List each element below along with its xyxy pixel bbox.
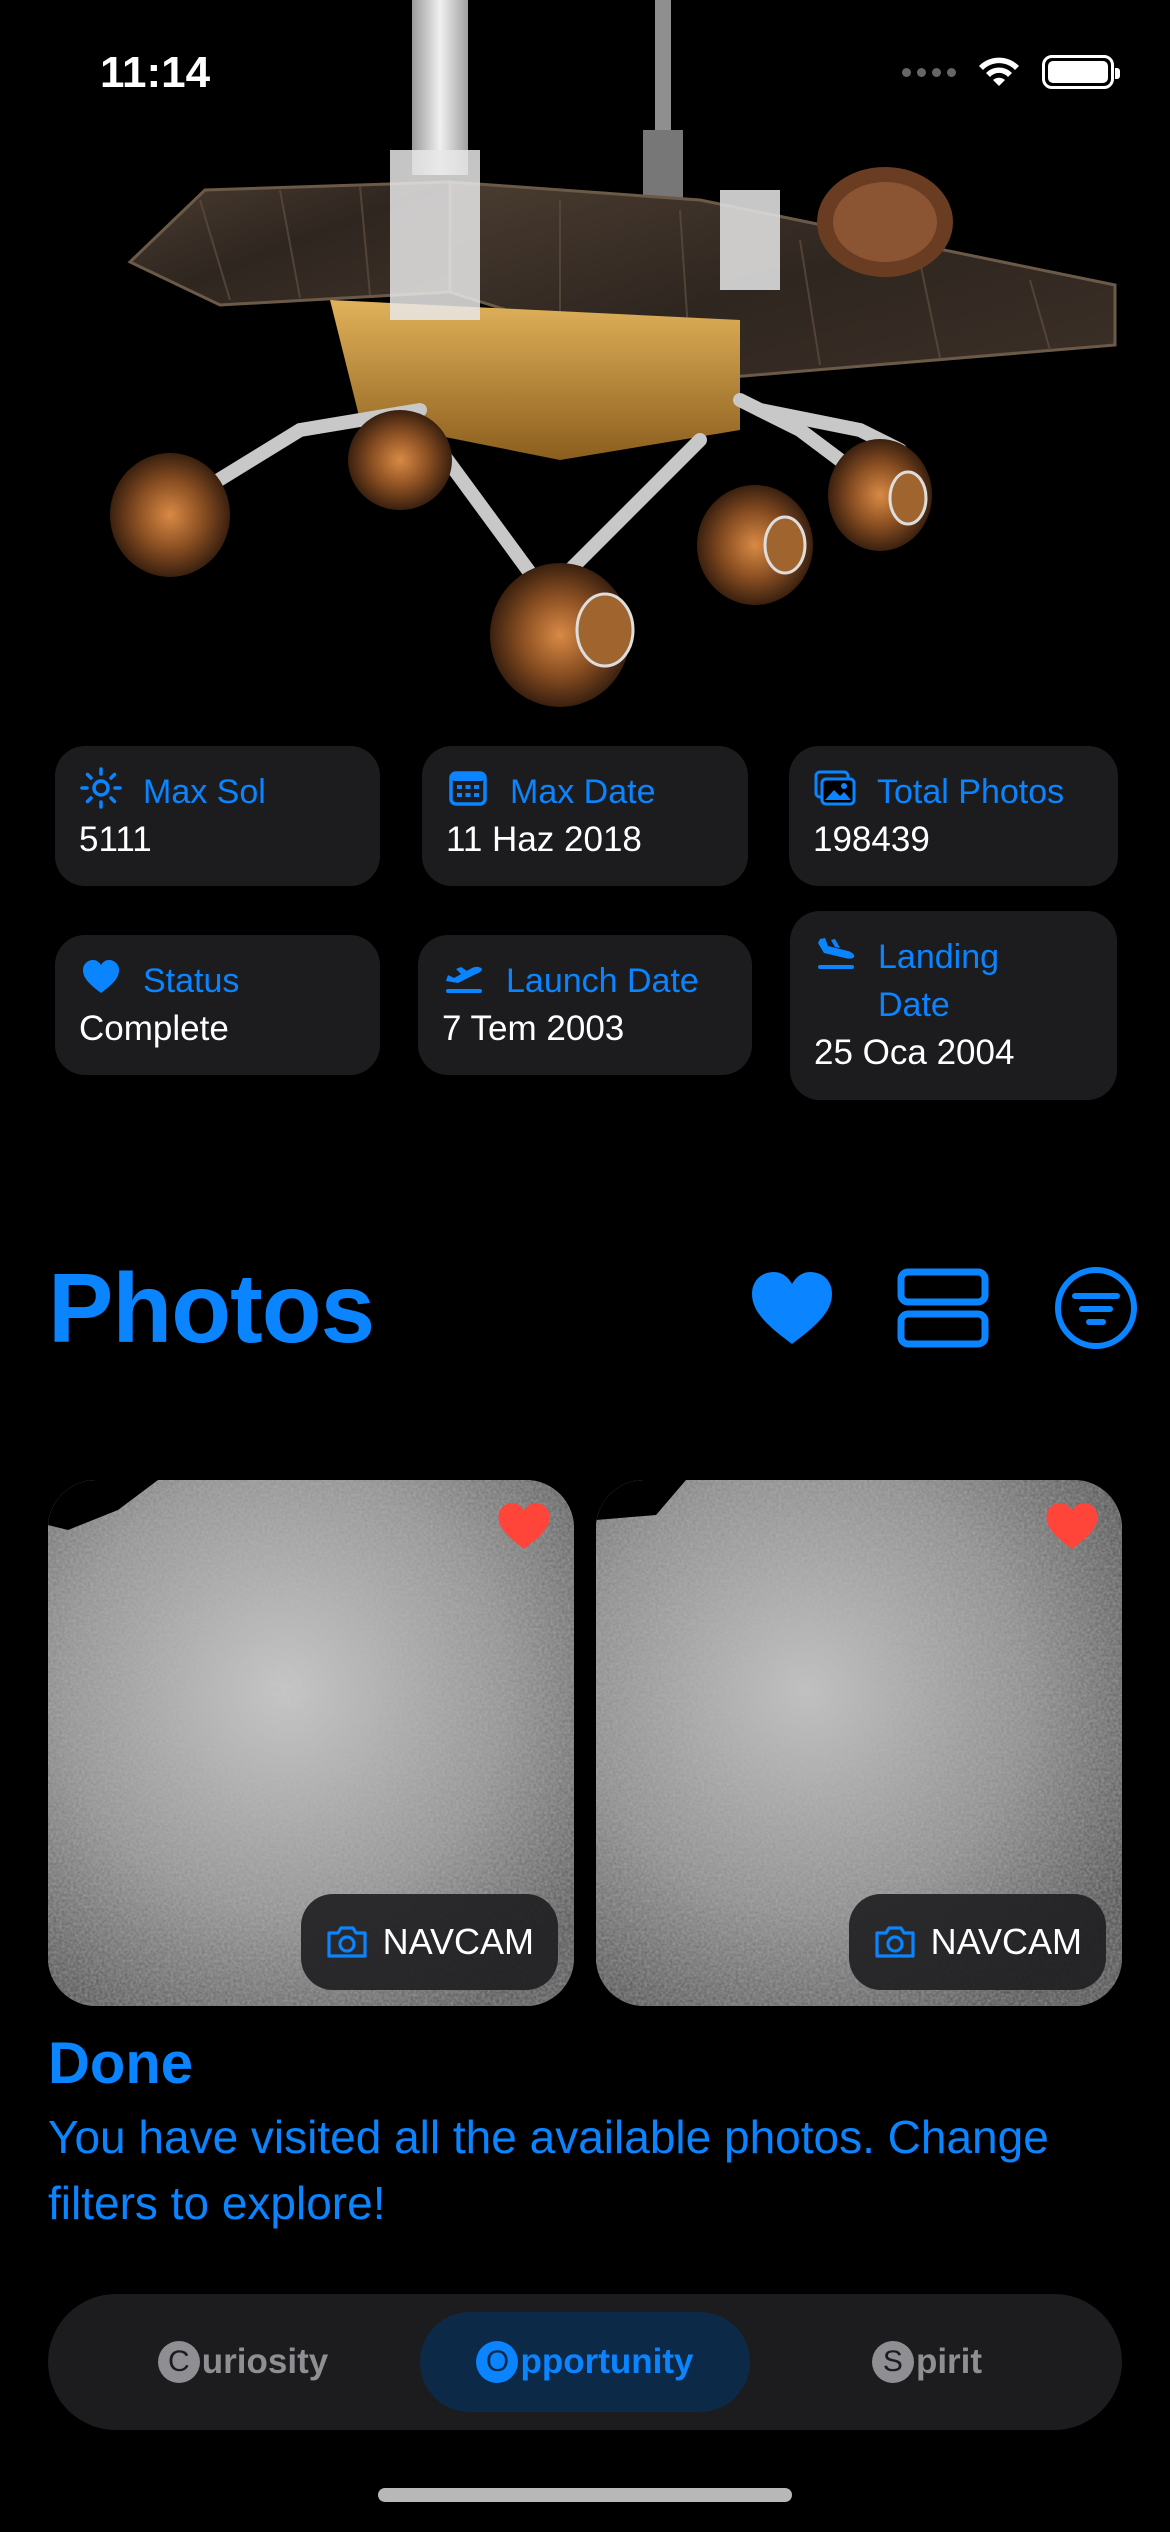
stat-card-max-sol: Max Sol 5111 [55,746,380,886]
rover-tab-label: uriosity [201,2342,329,2381]
heart-icon [752,1272,832,1344]
stat-label: Max Sol [143,773,266,811]
stat-card-landing-date: Landing Date 25 Oca 2004 [790,911,1117,1100]
stat-card-launch-date: Launch Date 7 Tem 2003 [418,935,752,1075]
done-message: You have visited all the available photo… [48,2111,1049,2229]
home-indicator [378,2488,792,2502]
stat-card-status: Status Complete [55,935,380,1075]
wifi-icon [979,57,1019,86]
stat-label: Launch Date [506,962,699,1000]
camera-badge: NAVCAM [300,1894,558,1990]
stat-label: Landing Date [878,938,1000,1024]
battery-icon [1042,55,1120,89]
stat-value: 11 Haz 2018 [446,820,642,859]
cellular-signal-icon [902,67,956,77]
filter-button[interactable] [1050,1262,1142,1354]
rover-tab-label: pportunity [520,2342,694,2381]
list-layout-icon [897,1268,989,1348]
stat-value: 5111 [79,820,152,859]
rover-initial-badge: O [476,2341,519,2383]
rover-selector: C uriosity O pportunity S pirit [48,2294,1122,2430]
rover-tab-opportunity[interactable]: O pportunity [420,2312,750,2412]
stat-value: Complete [79,1009,229,1048]
status-bar: 11:14 [0,0,1170,150]
camera-icon [327,1926,367,1958]
rover-initial-badge: S [871,2341,914,2383]
camera-badge: NAVCAM [848,1894,1106,1990]
photos-icon [814,770,856,806]
rover-tab-curiosity[interactable]: C uriosity [78,2312,408,2412]
airplane-landing-icon [818,938,855,969]
rover-tab-spirit[interactable]: S pirit [762,2312,1092,2412]
stat-label: Total Photos [877,773,1065,811]
filter-icon [1055,1267,1137,1349]
stat-value: 7 Tem 2003 [442,1009,625,1048]
calendar-icon [449,771,487,806]
heart-icon [83,960,119,993]
stat-card-max-date: Max Date 11 Haz 2018 [422,746,748,886]
camera-icon [875,1926,915,1958]
rover-tab-label: pirit [915,2342,983,2381]
rover-initial-badge: C [157,2341,200,2383]
stat-card-total-photos: Total Photos 198439 [789,746,1118,886]
favorite-heart-icon[interactable] [1044,1500,1100,1552]
favorites-filter-button[interactable] [746,1262,838,1354]
favorite-heart-icon[interactable] [496,1500,552,1552]
stat-label: Status [143,962,240,1000]
stat-label: Max Date [510,773,656,811]
camera-name: NAVCAM [930,1921,1082,1962]
layout-toggle-button[interactable] [897,1262,989,1354]
photo-card[interactable]: NAVCAM [596,1480,1122,2006]
status-indicators [902,55,1120,89]
stat-value: 25 Oca 2004 [814,1033,1015,1072]
status-time: 11:14 [100,48,211,97]
camera-name: NAVCAM [382,1921,534,1962]
stat-value: 198439 [813,820,930,859]
done-title: Done [48,2031,193,2096]
airplane-takeoff-icon [446,966,482,993]
sun-icon [80,767,122,809]
photos-title: Photos [48,1253,375,1363]
photo-card[interactable]: NAVCAM [48,1480,574,2006]
